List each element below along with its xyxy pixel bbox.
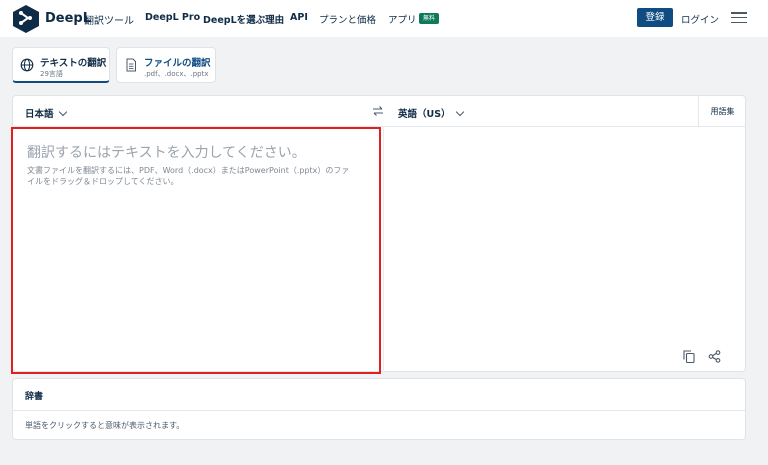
tab-file-title: ファイルの翻訳 [144, 58, 211, 69]
login-link[interactable]: ログイン [681, 12, 719, 26]
free-badge: 無料 [419, 13, 439, 24]
nav-api[interactable]: API [290, 12, 308, 23]
tab-translate-text[interactable]: テキストの翻訳 29言語 [12, 47, 110, 83]
dictionary-hint: 単語をクリックすると意味が表示されます。 [25, 421, 185, 430]
deepl-logo-icon[interactable] [12, 4, 40, 34]
globe-icon [20, 58, 34, 72]
file-drop-hint: 文書ファイルを翻訳するには、PDF、Word（.docx）またはPowerPoi… [27, 166, 350, 186]
dictionary-title: 辞書 [25, 392, 44, 402]
nav-why-deepl[interactable]: DeepLを選ぶ理由 [203, 12, 284, 26]
source-text-input[interactable]: 翻訳するにはテキストを入力してください。 文書ファイルを翻訳するには、PDF、W… [11, 127, 381, 374]
dictionary-divider [13, 410, 745, 411]
copy-icon[interactable] [683, 350, 695, 363]
source-language-select[interactable]: 日本語 [25, 106, 67, 120]
glossary-button[interactable]: 用語集 [698, 96, 746, 127]
target-language-label: 英語（US） [398, 109, 451, 120]
brand-subtitle: 翻訳ツール [84, 16, 134, 27]
panel-divider [383, 127, 384, 372]
nav-pricing[interactable]: プランと価格 [319, 12, 376, 26]
dictionary-panel: 辞書 単語をクリックすると意味が表示されます。 [12, 378, 746, 440]
source-language-label: 日本語 [25, 109, 54, 120]
translator-panel: 日本語 英語（US） 用語集 翻訳するにはテキストを入力してください。 文書ファ… [11, 95, 746, 374]
language-bar: 日本語 英語（US） 用語集 [13, 96, 745, 127]
tab-translate-files[interactable]: ファイルの翻訳 .pdf、.docx、.pptx [116, 47, 216, 83]
nav-apps[interactable]: アプリ [388, 12, 417, 26]
tab-text-subtitle: 29言語 [40, 70, 63, 78]
top-bar: DeepL 翻訳ツール DeepL Pro DeepLを選ぶ理由 API プラン… [0, 0, 768, 37]
swap-languages-icon[interactable] [372, 105, 384, 117]
target-language-select[interactable]: 英語（US） [398, 106, 464, 120]
source-placeholder: 翻訳するにはテキストを入力してください。 [27, 145, 306, 161]
share-icon[interactable] [708, 350, 721, 363]
signup-button[interactable]: 登録 [637, 8, 673, 27]
document-icon [126, 58, 136, 72]
hamburger-menu-icon[interactable] [731, 12, 747, 24]
nav-deepl-pro[interactable]: DeepL Pro [145, 12, 200, 23]
chevron-down-icon [58, 107, 67, 117]
tab-text-title: テキストの翻訳 [40, 58, 107, 69]
chevron-down-icon [455, 107, 464, 117]
tab-file-subtitle: .pdf、.docx、.pptx [144, 70, 209, 78]
